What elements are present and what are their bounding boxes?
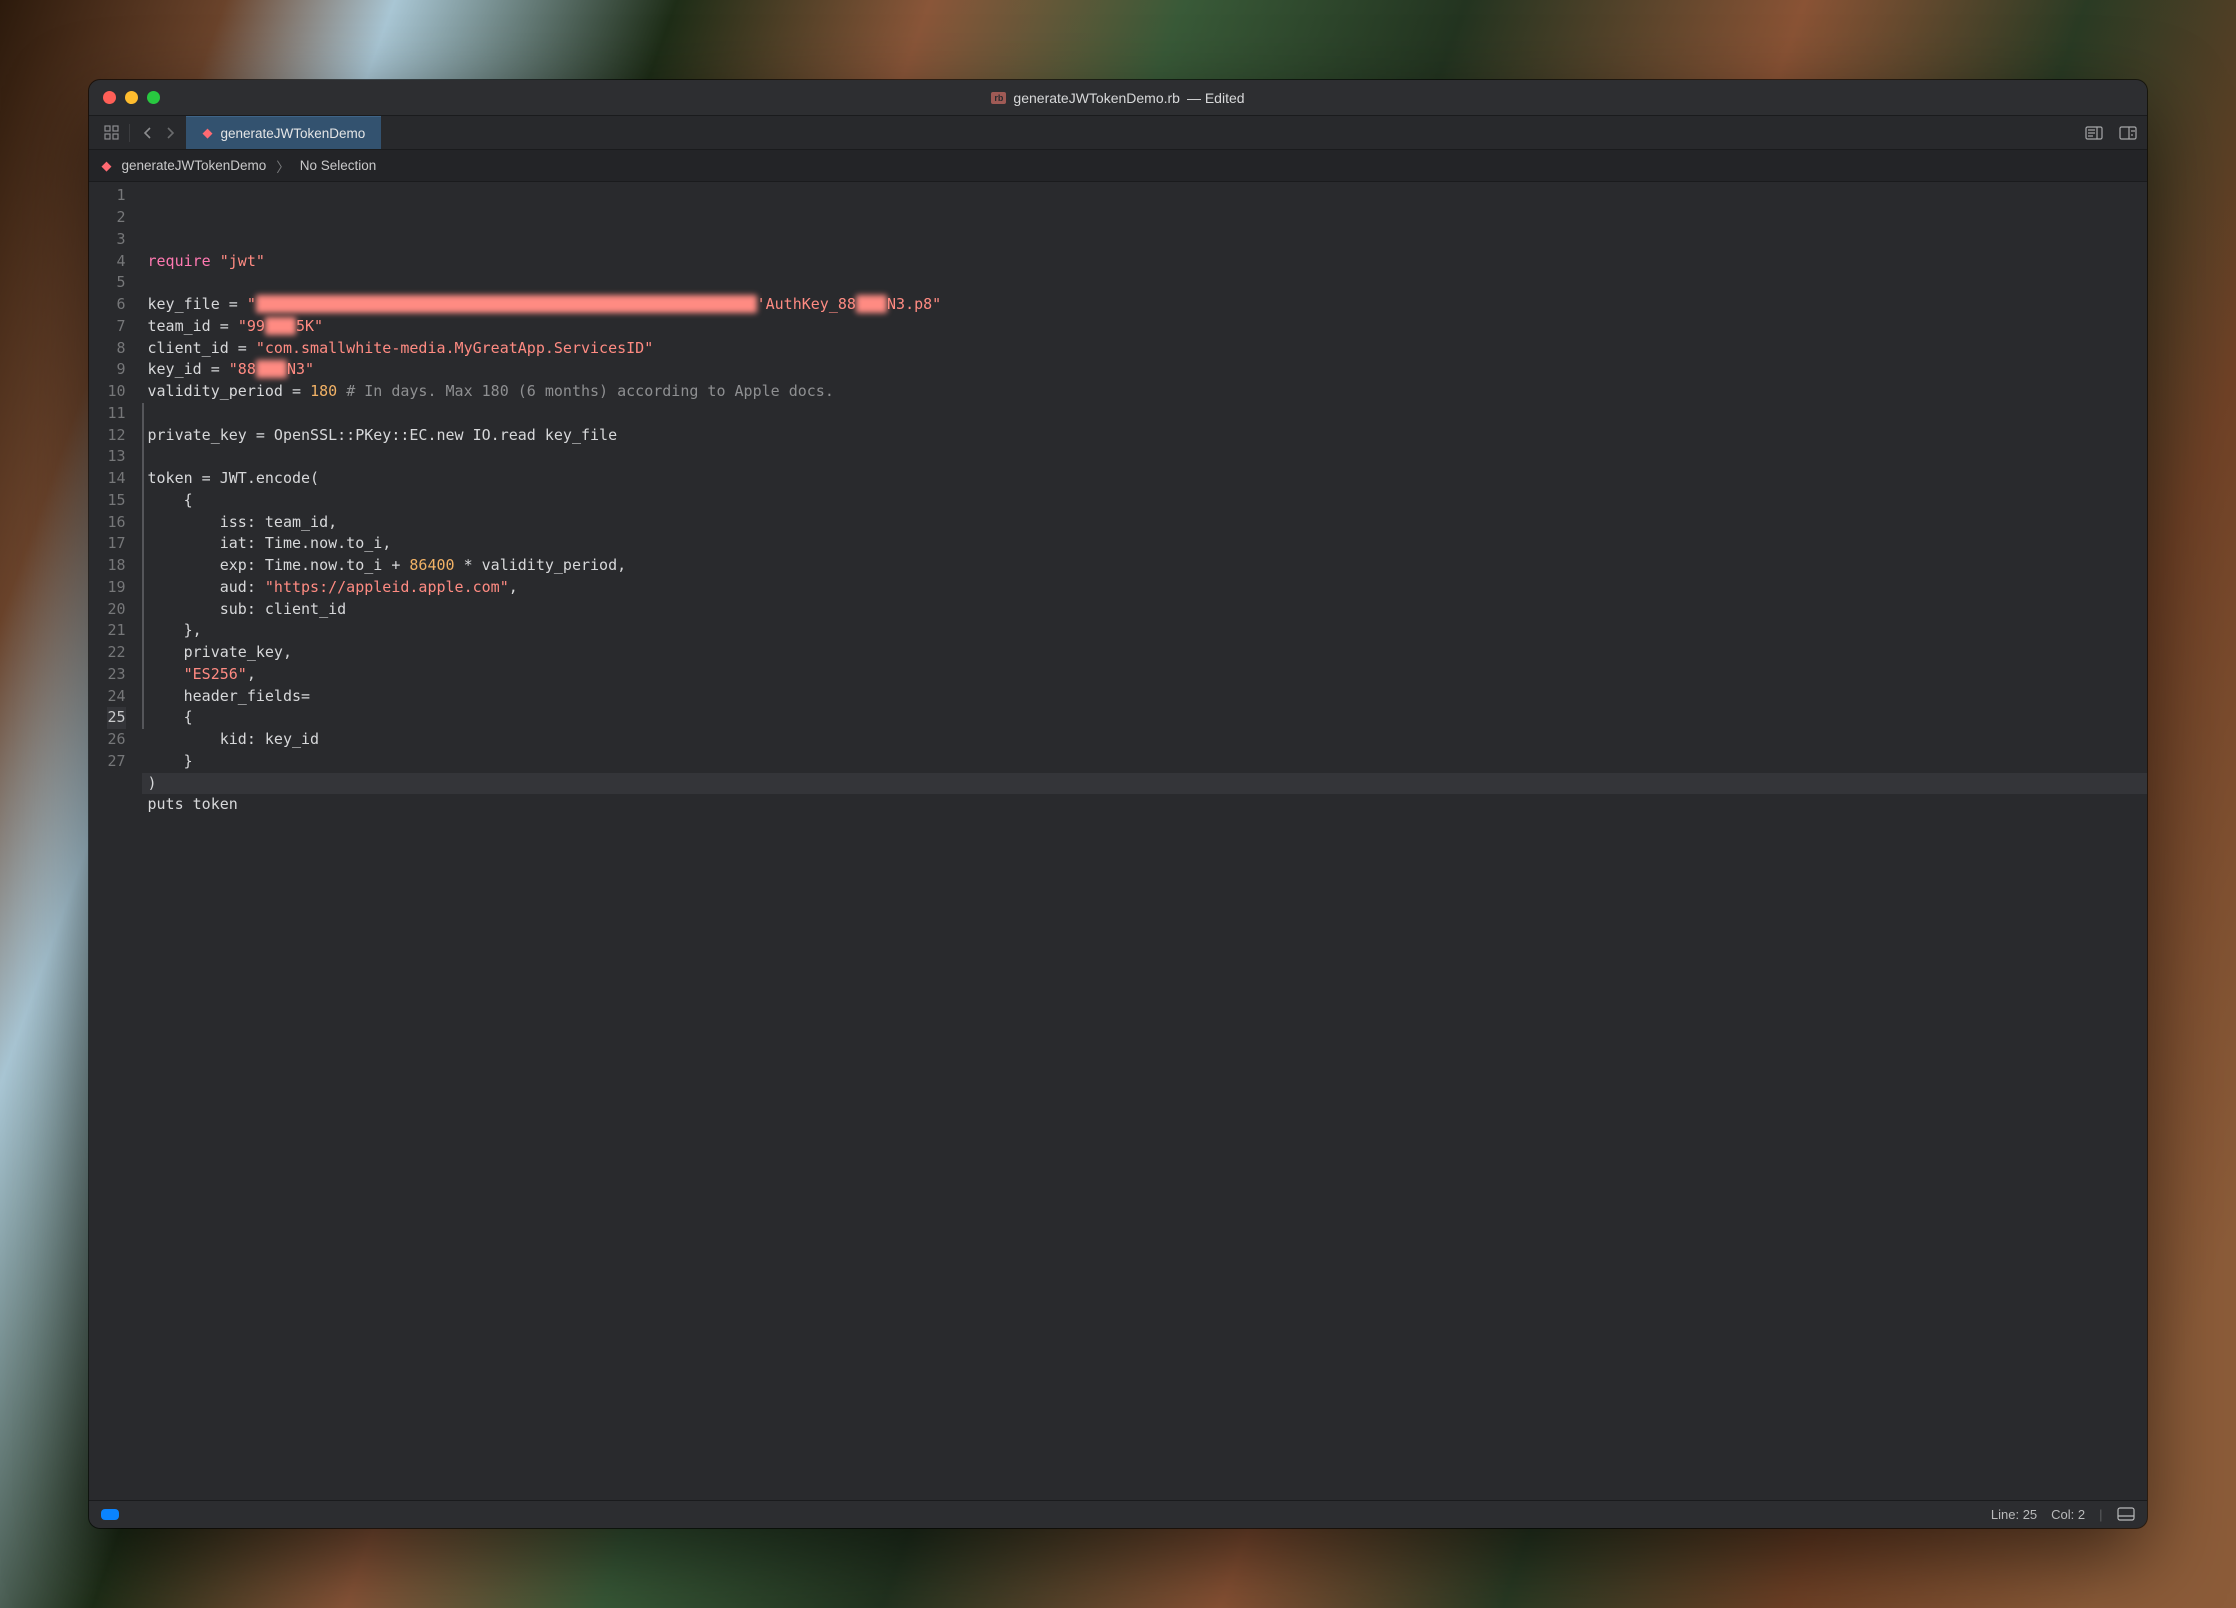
title-bar: rb generateJWTokenDemo.rb — Edited [89,80,2146,116]
line-number: 26 [107,729,125,751]
line-number: 7 [107,316,125,338]
code-line[interactable]: exp: Time.now.to_i + 86400 * validity_pe… [142,555,2147,577]
line-number: 12 [107,425,125,447]
code-line[interactable]: require "jwt" [142,251,2147,273]
title-edited-suffix: — Edited [1187,90,1245,106]
code-line[interactable]: ) [142,773,2147,795]
line-number: 16 [107,512,125,534]
line-number: 24 [107,686,125,708]
status-col: Col: 2 [2051,1507,2085,1522]
code-line[interactable]: }, [142,620,2147,642]
code-line[interactable]: "ES256", [142,664,2147,686]
code-line[interactable]: aud: "https://appleid.apple.com", [142,577,2147,599]
nav-back-icon[interactable] [140,125,156,141]
separator [129,124,130,142]
separator: | [2099,1507,2102,1522]
code-area[interactable]: require "jwt" key_file = "██████████████… [142,182,2147,1499]
code-line[interactable] [142,272,2147,294]
line-number: 11 [107,403,125,425]
breadcrumb-selection[interactable]: No Selection [300,158,377,173]
code-line[interactable]: key_id = "88███N3" [142,359,2147,381]
line-number: 4 [107,251,125,273]
code-line[interactable]: sub: client_id [142,599,2147,621]
line-number: 9 [107,359,125,381]
minimap-icon[interactable] [2085,126,2103,140]
ruby-file-icon: rb [991,92,1006,104]
window-controls [89,91,160,104]
code-line[interactable]: validity_period = 180 # In days. Max 180… [142,381,2147,403]
line-number: 13 [107,446,125,468]
split-icon[interactable] [2119,126,2137,140]
code-line[interactable]: kid: key_id [142,729,2147,751]
toolbar-right [2085,116,2137,149]
line-number: 20 [107,599,125,621]
code-line[interactable]: { [142,707,2147,729]
code-line[interactable] [142,446,2147,468]
toolbar-left [95,116,186,149]
line-number: 27 [107,751,125,773]
line-number: 15 [107,490,125,512]
code-line[interactable]: key_file = "████████████████.█████████, … [142,294,2147,316]
code-line[interactable]: team_id = "99███5K" [142,316,2147,338]
code-line[interactable]: client_id = "com.smallwhite-media.MyGrea… [142,338,2147,360]
fold-indicator [142,403,144,729]
line-number: 6 [107,294,125,316]
code-line[interactable]: iss: team_id, [142,512,2147,534]
status-line: Line: 25 [1991,1507,2037,1522]
code-line[interactable]: puts token [142,794,2147,816]
chevron-right-icon: 〉 [276,156,290,176]
line-number: 25 [107,707,125,729]
zoom-icon[interactable] [147,91,160,104]
status-pill-icon[interactable] [101,1509,119,1520]
code-line[interactable]: private_key = OpenSSL::PKey::EC.new IO.r… [142,425,2147,447]
grid-icon[interactable] [103,125,119,141]
line-number: 23 [107,664,125,686]
line-number: 21 [107,620,125,642]
panel-icon[interactable] [2117,1507,2135,1521]
nav-forward-icon[interactable] [162,125,178,141]
editor-window: rb generateJWTokenDemo.rb — Edited ◆ gen… [89,80,2146,1527]
code-line[interactable]: { [142,490,2147,512]
breadcrumb-file[interactable]: generateJWTokenDemo [121,158,266,173]
ruby-icon: ◆ [202,125,212,141]
ruby-icon: ◆ [101,158,111,174]
code-line[interactable]: private_key, [142,642,2147,664]
line-number: 17 [107,533,125,555]
breadcrumb: ◆ generateJWTokenDemo 〉 No Selection [89,150,2146,182]
code-line[interactable] [142,403,2147,425]
line-number: 2 [107,207,125,229]
window-title: rb generateJWTokenDemo.rb — Edited [89,90,2146,106]
code-editor[interactable]: 1234567891011121314151617181920212223242… [89,182,2146,1499]
code-line[interactable]: header_fields= [142,686,2147,708]
minimize-icon[interactable] [125,91,138,104]
tab-label: generateJWTokenDemo [220,126,365,141]
line-number: 14 [107,468,125,490]
line-number: 5 [107,272,125,294]
line-number: 1 [107,185,125,207]
line-gutter: 1234567891011121314151617181920212223242… [89,182,137,1499]
title-filename: generateJWTokenDemo.rb [1013,90,1180,106]
line-number: 19 [107,577,125,599]
tab-strip: ◆ generateJWTokenDemo [89,116,2146,150]
close-icon[interactable] [103,91,116,104]
tab-active[interactable]: ◆ generateJWTokenDemo [186,116,381,149]
code-line[interactable] [142,816,2147,838]
status-bar: Line: 25 Col: 2 | [89,1500,2146,1528]
line-number: 3 [107,229,125,251]
line-number: 10 [107,381,125,403]
line-number: 18 [107,555,125,577]
code-line[interactable]: iat: Time.now.to_i, [142,533,2147,555]
code-line[interactable]: token = JWT.encode( [142,468,2147,490]
line-number: 22 [107,642,125,664]
line-number: 8 [107,338,125,360]
code-line[interactable]: } [142,751,2147,773]
